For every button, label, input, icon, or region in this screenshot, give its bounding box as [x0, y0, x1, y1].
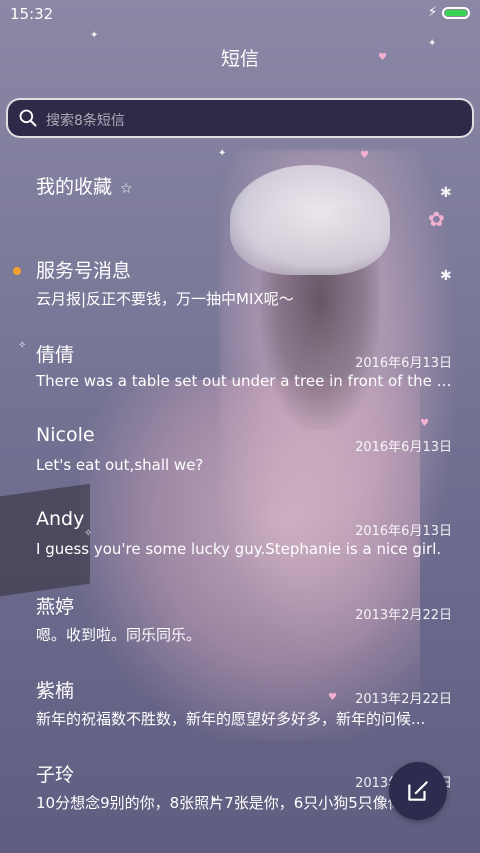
list-item[interactable]: 倩倩 2016年6月13日 There was a table set out …: [0, 328, 480, 408]
conversation-preview: Let's eat out,shall we?: [36, 456, 204, 474]
compose-icon: [408, 781, 428, 801]
conversation-date: 2016年6月13日: [355, 356, 452, 371]
search-placeholder: 搜索8条短信: [46, 113, 125, 129]
compose-button[interactable]: [389, 762, 447, 820]
conversation-date: 2013年2月22日: [355, 692, 452, 707]
conversation-name: 子玲: [36, 764, 75, 786]
conversation-name: 燕婷: [36, 596, 75, 618]
search-input[interactable]: 搜索8条短信: [6, 98, 474, 138]
sparkle-icon: ✦: [90, 30, 99, 41]
list-item[interactable]: 燕婷 2013年2月22日 嗯。收到啦。同乐同乐。: [0, 580, 480, 660]
conversation-name: Andy: [36, 508, 85, 530]
conversation-name: 服务号消息: [36, 260, 132, 282]
charging-icon: ⚡: [428, 5, 438, 20]
battery-icon: [442, 7, 470, 19]
list-item[interactable]: 紫楠 2013年2月22日 新年的祝福数不胜数，新年的愿望好多好多，新年的问候.…: [0, 664, 480, 744]
list-item[interactable]: Nicole 2016年6月13日 Let's eat out,shall we…: [0, 412, 480, 492]
conversation-preview: I guess you're some lucky guy.Stephanie …: [36, 540, 442, 558]
conversation-preview: There was a table set out under a tree i…: [36, 372, 454, 390]
conversation-name: 我的收藏 ☆: [36, 176, 133, 198]
conversation-name: Nicole: [36, 424, 95, 446]
conversation-date: 2016年6月13日: [355, 440, 452, 455]
battery-fill: [445, 10, 467, 16]
page-title: 短信: [220, 48, 259, 70]
star-icon: ☆: [120, 181, 133, 197]
sparkle-icon: ✦: [218, 148, 227, 159]
conversation-preview: 嗯。收到啦。同乐同乐。: [36, 626, 202, 644]
search-icon: [19, 109, 37, 127]
list-item-service-messages[interactable]: 服务号消息 云月报|反正不要钱，万一抽中MIX呢～: [0, 244, 480, 324]
conversation-preview: 新年的祝福数不胜数，新年的愿望好多好多，新年的问候...: [36, 710, 426, 728]
unread-dot: [13, 267, 21, 275]
conversation-date: 2016年6月13日: [355, 524, 452, 539]
list-item-favorites[interactable]: 我的收藏 ☆: [0, 160, 480, 240]
conversation-name: 紫楠: [36, 680, 75, 702]
conversation-date: 2013年2月22日: [355, 608, 452, 623]
status-time: 15:32: [10, 5, 54, 23]
list-item[interactable]: Andy 2016年6月13日 I guess you're some luck…: [0, 496, 480, 576]
status-bar: 15:32 ⚡: [0, 0, 480, 28]
conversation-preview: 云月报|反正不要钱，万一抽中MIX呢～: [36, 290, 294, 308]
conversation-name: 倩倩: [36, 344, 75, 366]
